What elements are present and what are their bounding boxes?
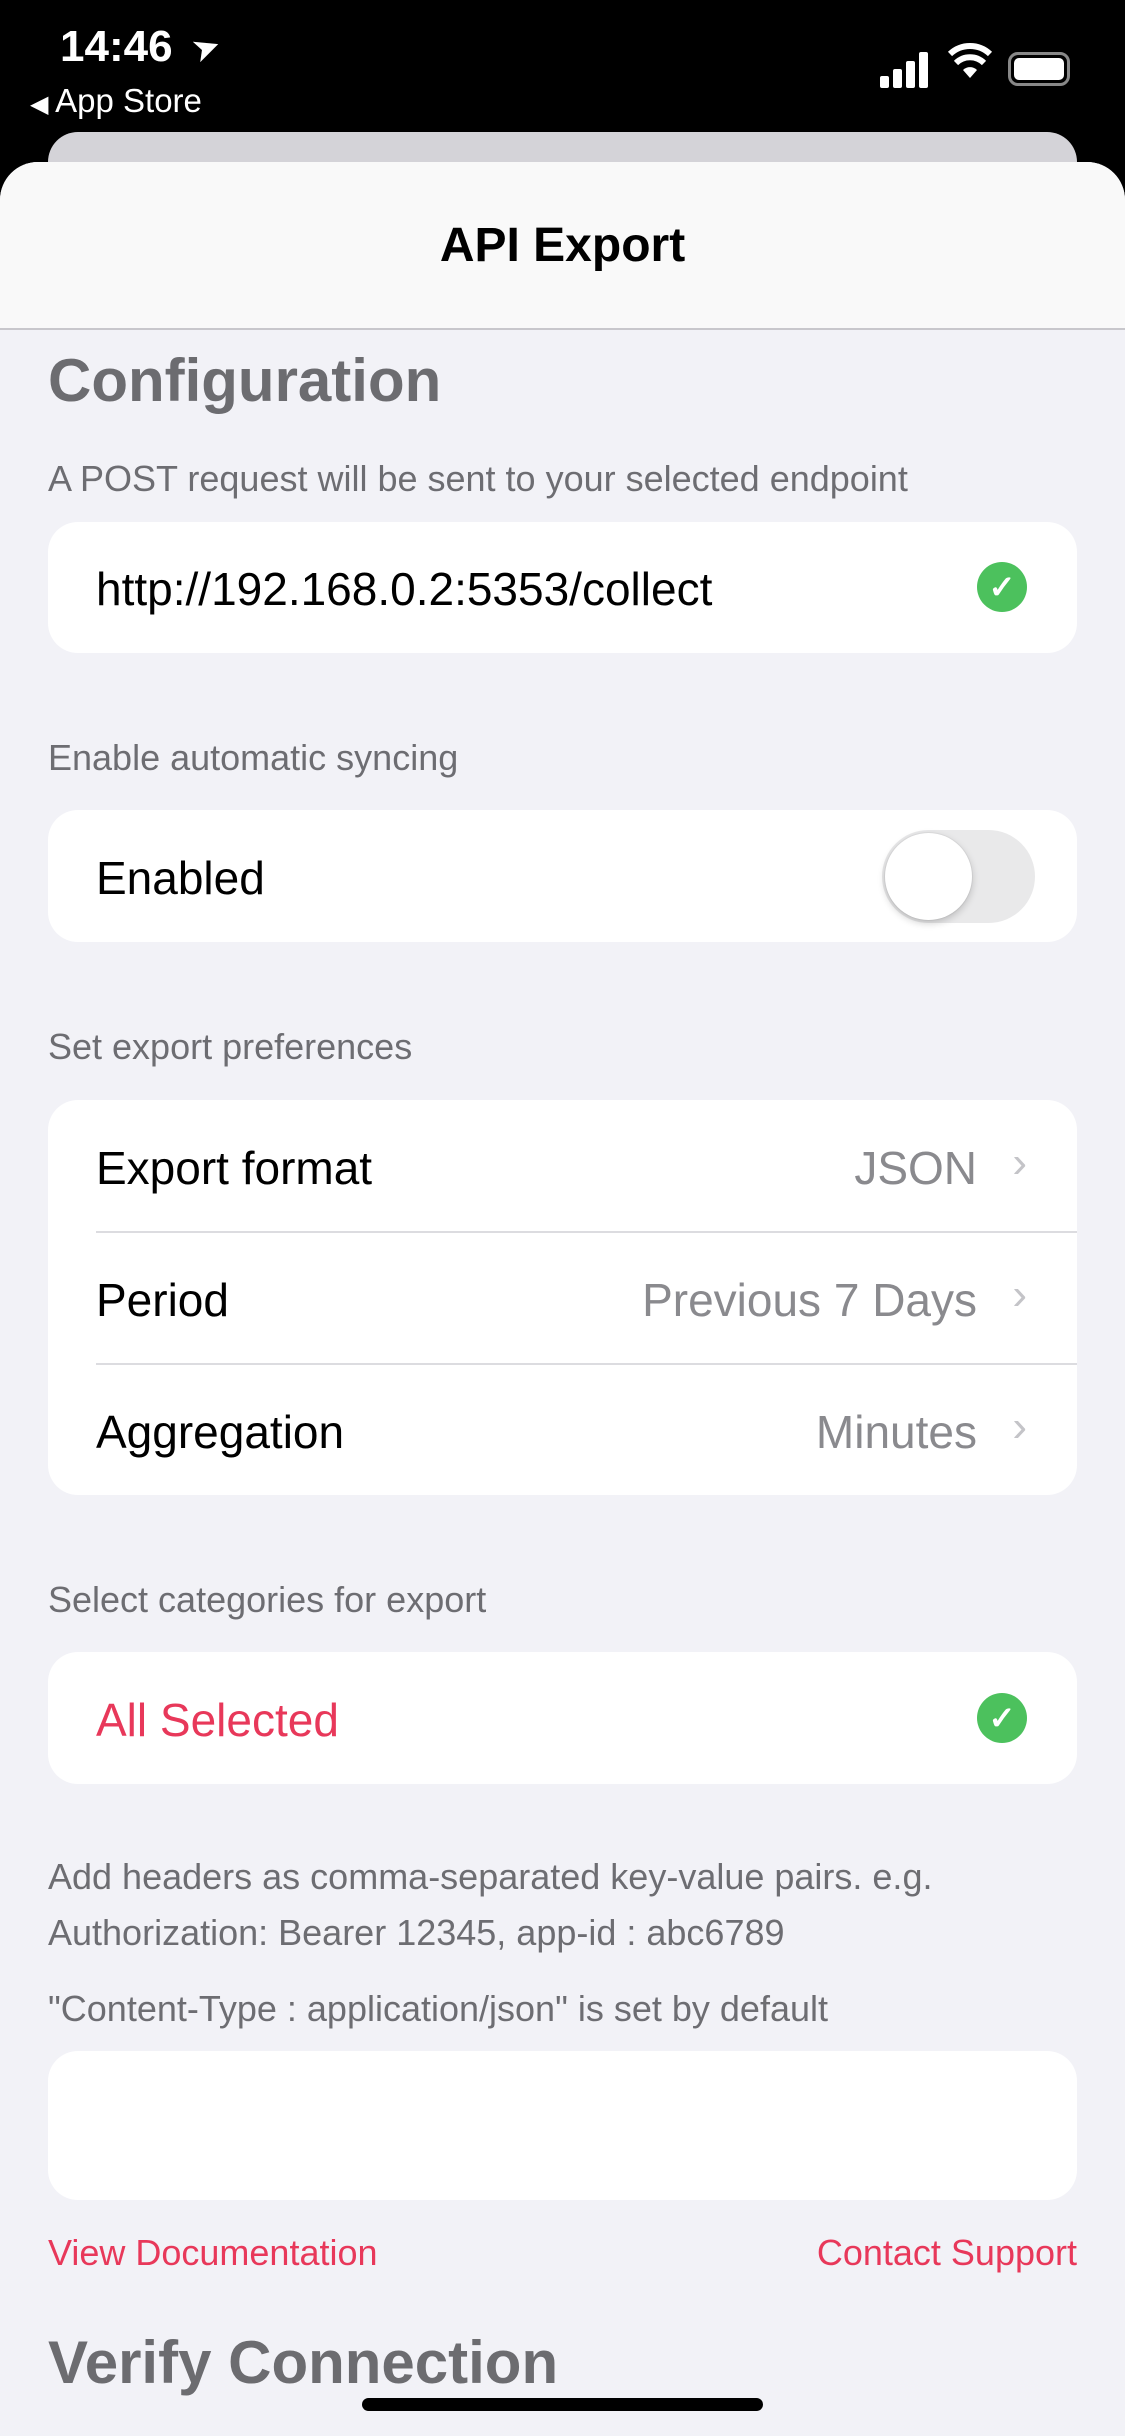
sync-toggle[interactable] xyxy=(882,830,1035,923)
headers-hint-line1: Add headers as comma-separated key-value… xyxy=(48,1856,933,1897)
valid-check-icon: ✓ xyxy=(977,562,1027,612)
headers-textarea[interactable] xyxy=(48,2051,1077,2200)
row-label: Aggregation xyxy=(96,1406,345,1458)
prefs-description: Set export preferences xyxy=(48,1026,413,1067)
wifi-icon xyxy=(947,40,993,90)
toggle-knob xyxy=(885,833,972,920)
back-to-app-store[interactable]: ◀ App Store xyxy=(30,82,202,120)
configuration-heading: Configuration xyxy=(48,347,442,414)
location-arrow-icon: ➤ xyxy=(186,25,227,71)
row-value: Previous 7 Days xyxy=(642,1274,977,1326)
row-value: JSON xyxy=(854,1142,977,1194)
contact-support-link[interactable]: Contact Support xyxy=(817,2232,1077,2274)
headers-hint-line2: Authorization: Bearer 12345, app-id : ab… xyxy=(48,1912,785,1953)
categories-description: Select categories for export xyxy=(48,1579,487,1620)
period-row[interactable]: Period Previous 7 Days › xyxy=(48,1233,1077,1364)
endpoint-description: A POST request will be sent to your sele… xyxy=(48,458,908,499)
api-export-sheet: API Export Configuration A POST request … xyxy=(0,162,1125,2436)
battery-icon xyxy=(1008,52,1070,86)
chevron-right-icon: › xyxy=(1012,1138,1027,1187)
row-label: Period xyxy=(96,1274,229,1326)
chevron-right-icon: › xyxy=(1012,1402,1027,1451)
back-label: App Store xyxy=(55,82,202,119)
back-triangle-icon: ◀ xyxy=(30,91,56,118)
endpoint-value[interactable]: http://192.168.0.2:5353/collect xyxy=(96,562,712,616)
status-time: 14:46 xyxy=(60,22,173,71)
prefs-list: Export format JSON › Period Previous 7 D… xyxy=(48,1100,1077,1495)
endpoint-field[interactable]: http://192.168.0.2:5353/collect ✓ xyxy=(48,522,1077,653)
enabled-label: Enabled xyxy=(96,852,265,904)
categories-row[interactable]: All Selected ✓ xyxy=(48,1652,1077,1784)
verify-connection-heading: Verify Connection xyxy=(48,2329,559,2396)
row-label: Export format xyxy=(96,1142,373,1194)
sync-description: Enable automatic syncing xyxy=(48,737,459,778)
nav-bar: API Export xyxy=(0,162,1125,330)
content-type-note: "Content-Type : application/json" is set… xyxy=(48,1988,828,2029)
sync-row: Enabled xyxy=(48,810,1077,942)
selected-check-icon: ✓ xyxy=(977,1693,1027,1743)
row-value: Minutes xyxy=(815,1406,977,1458)
all-selected-label: All Selected xyxy=(96,1694,339,1746)
aggregation-row[interactable]: Aggregation Minutes › xyxy=(48,1365,1077,1495)
chevron-right-icon: › xyxy=(1012,1270,1027,1319)
home-indicator[interactable] xyxy=(362,2398,763,2411)
export-format-row[interactable]: Export format JSON › xyxy=(48,1100,1077,1231)
view-documentation-link[interactable]: View Documentation xyxy=(48,2232,378,2274)
nav-title: API Export xyxy=(439,219,686,272)
